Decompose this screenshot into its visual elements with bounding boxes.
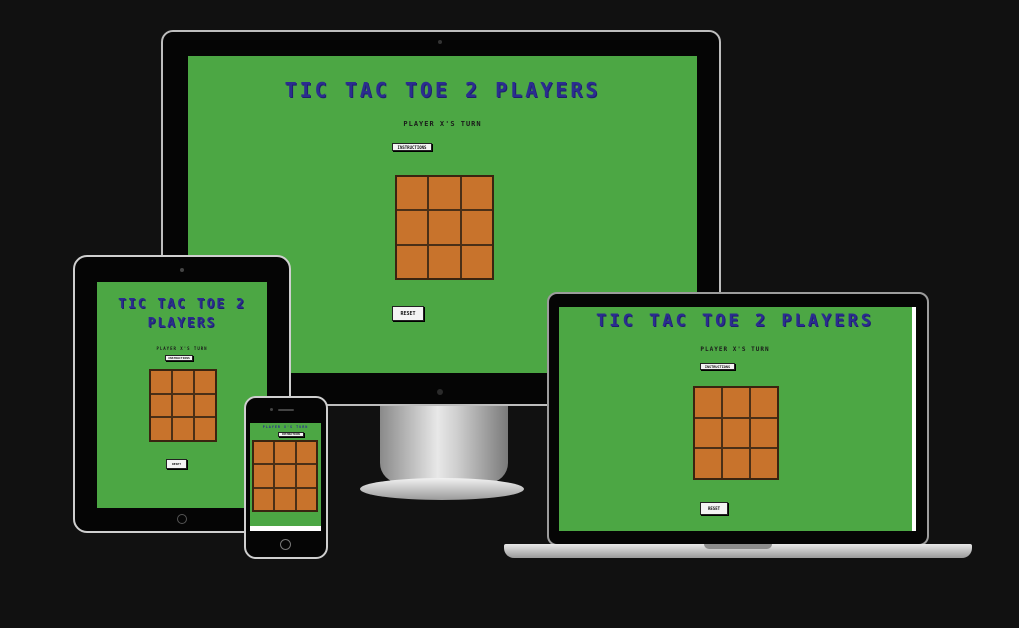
board-cell[interactable] — [296, 488, 316, 510]
phone-bottom-bar — [250, 526, 321, 531]
board-cell[interactable] — [275, 465, 295, 487]
board-cell[interactable] — [296, 465, 316, 487]
board-cell[interactable] — [275, 488, 295, 510]
turn-indicator: PLAYER X'S TURN — [262, 425, 309, 429]
board-cell[interactable] — [254, 442, 274, 464]
phone-home-button[interactable] — [280, 539, 291, 550]
phone-speaker — [278, 409, 294, 411]
board-cell[interactable] — [275, 442, 295, 464]
board-cell[interactable] — [254, 488, 274, 510]
board-cell[interactable] — [254, 465, 274, 487]
phone: PLAYER X'S TURN INSTRUCTIONS — [0, 0, 1019, 628]
phone-camera-dot — [270, 408, 273, 411]
board-cell[interactable] — [296, 442, 316, 464]
instructions-button[interactable]: INSTRUCTIONS — [278, 432, 304, 437]
phone-screen: PLAYER X'S TURN INSTRUCTIONS — [250, 423, 321, 531]
game-board — [252, 440, 318, 512]
